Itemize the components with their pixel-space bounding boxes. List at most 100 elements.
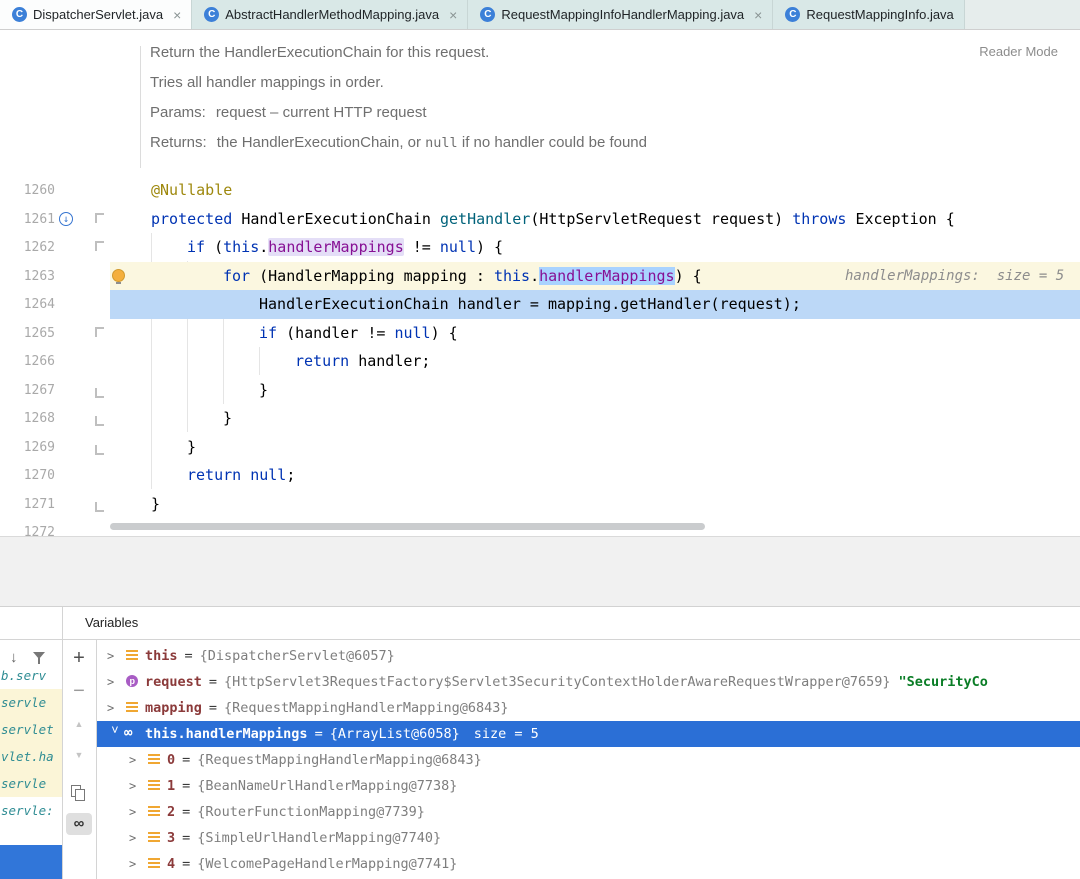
code-line[interactable]: 1260@Nullable <box>0 176 1080 205</box>
code-token: (handler != <box>286 324 394 342</box>
code-token: } <box>187 438 196 456</box>
java-class-icon: C <box>785 7 800 22</box>
selected-frame-partial[interactable] <box>0 845 62 879</box>
code-line[interactable]: 1270return null; <box>0 461 1080 490</box>
variable-name: this.handlerMappings <box>145 726 308 742</box>
line-number[interactable]: 1271 <box>0 490 55 519</box>
code-line[interactable]: 1263for (HandlerMapping mapping : this.h… <box>0 262 1080 291</box>
override-method-icon[interactable]: ↓ <box>59 212 73 226</box>
chevron-right-icon[interactable]: > <box>129 825 145 851</box>
variable-size: size = 5 <box>474 726 539 742</box>
remove-watch-button[interactable]: − <box>62 681 96 701</box>
variable-row[interactable]: >4={WelcomePageHandlerMapping@7741} <box>97 851 1080 877</box>
show-watches-button[interactable]: ∞ <box>66 813 92 835</box>
code-text: } <box>151 490 160 519</box>
editor-tab[interactable]: CAbstractHandlerMethodMapping.java× <box>192 0 468 29</box>
line-number[interactable]: 1265 <box>0 319 55 348</box>
code-token: handlerMappings <box>268 238 403 256</box>
stack-frame-item[interactable]: servlet <box>0 716 62 743</box>
close-icon[interactable]: × <box>173 7 181 23</box>
value-icon <box>126 649 138 661</box>
editor-tab[interactable]: CDispatcherServlet.java× <box>0 0 192 29</box>
code-line[interactable]: 1271} <box>0 490 1080 519</box>
line-number[interactable]: 1270 <box>0 461 55 490</box>
line-number[interactable]: 1264 <box>0 290 55 319</box>
stack-frame-item[interactable]: vlet.ha <box>0 743 62 770</box>
code-token: handlerMappings <box>539 267 674 285</box>
code-token: . <box>530 267 539 285</box>
code-line[interactable]: 1267} <box>0 376 1080 405</box>
chevron-right-icon[interactable]: > <box>129 747 145 773</box>
variable-value: {SimpleUrlHandlerMapping@7740} <box>197 830 441 846</box>
variable-value: {RouterFunctionMapping@7739} <box>197 804 425 820</box>
move-up-button[interactable]: ▲ <box>62 719 96 729</box>
stack-frame-item[interactable]: b.serv <box>0 662 62 689</box>
variable-row[interactable]: >2={RouterFunctionMapping@7739} <box>97 799 1080 825</box>
close-icon[interactable]: × <box>449 7 457 23</box>
fold-marker-icon[interactable] <box>95 416 104 426</box>
variable-row[interactable]: >3={SimpleUrlHandlerMapping@7740} <box>97 825 1080 851</box>
inline-debugger-hint: handlerMappings: size = 5 <box>845 262 1064 291</box>
close-icon[interactable]: × <box>754 7 762 23</box>
code-token: ) { <box>431 324 458 342</box>
equals-sign: = <box>182 752 190 768</box>
editor[interactable]: Reader Mode Return the HandlerExecutionC… <box>0 30 1080 536</box>
fold-marker-icon[interactable] <box>95 213 104 223</box>
chevron-right-icon[interactable]: > <box>107 669 123 695</box>
line-number[interactable]: 1260 <box>0 176 55 205</box>
variable-name: this <box>145 648 178 664</box>
add-watch-button[interactable]: + <box>62 648 96 668</box>
variable-value: {HttpServlet3RequestFactory$Servlet3Secu… <box>224 674 890 690</box>
move-down-button[interactable]: ▼ <box>62 750 96 760</box>
line-number[interactable]: 1268 <box>0 404 55 433</box>
chevron-right-icon[interactable]: > <box>107 695 123 721</box>
variable-row[interactable]: >this.handlerMappings={ArrayList@6058}si… <box>97 721 1080 747</box>
code-token: getHandler <box>440 210 530 228</box>
variable-row[interactable]: >1={BeanNameUrlHandlerMapping@7738} <box>97 773 1080 799</box>
code-line[interactable]: 1264HandlerExecutionChain handler = mapp… <box>0 290 1080 319</box>
code-line[interactable]: 1261↓protected HandlerExecutionChain get… <box>0 205 1080 234</box>
editor-tab[interactable]: CRequestMappingInfo.java <box>773 0 964 29</box>
code-area: 1260@Nullable1261↓protected HandlerExecu… <box>0 30 1080 536</box>
chevron-right-icon[interactable]: > <box>129 773 145 799</box>
tab-label: AbstractHandlerMethodMapping.java <box>225 7 439 22</box>
fold-marker-icon[interactable] <box>95 241 104 251</box>
code-token: this <box>494 267 530 285</box>
copy-icon[interactable] <box>62 785 96 803</box>
editor-tab[interactable]: CRequestMappingInfoHandlerMapping.java× <box>468 0 773 29</box>
variable-row[interactable]: >mapping={RequestMappingHandlerMapping@6… <box>97 695 1080 721</box>
horizontal-scrollbar[interactable] <box>110 523 705 530</box>
line-number[interactable]: 1267 <box>0 376 55 405</box>
code-token: protected <box>151 210 241 228</box>
panel-separator <box>0 536 1080 607</box>
fold-marker-icon[interactable] <box>95 502 104 512</box>
code-token: null <box>394 324 430 342</box>
fold-marker-icon[interactable] <box>95 388 104 398</box>
code-text: if (this.handlerMappings != null) { <box>187 233 503 262</box>
code-token: } <box>223 409 232 427</box>
variable-value: {BeanNameUrlHandlerMapping@7738} <box>197 778 457 794</box>
line-number[interactable]: 1269 <box>0 433 55 462</box>
code-line[interactable]: 1265if (handler != null) { <box>0 319 1080 348</box>
variable-row[interactable]: >request={HttpServlet3RequestFactory$Ser… <box>97 669 1080 695</box>
line-number[interactable]: 1261 <box>0 205 55 234</box>
fold-marker-icon[interactable] <box>95 327 104 337</box>
variable-row[interactable]: >this={DispatcherServlet@6057} <box>97 643 1080 669</box>
line-number[interactable]: 1262 <box>0 233 55 262</box>
stack-frame-item[interactable]: servle <box>0 689 62 716</box>
chevron-right-icon[interactable]: > <box>129 851 145 877</box>
variable-row[interactable]: >0={RequestMappingHandlerMapping@6843} <box>97 747 1080 773</box>
code-line[interactable]: 1269} <box>0 433 1080 462</box>
line-number[interactable]: 1266 <box>0 347 55 376</box>
line-number[interactable]: 1263 <box>0 262 55 291</box>
chevron-right-icon[interactable]: > <box>107 643 123 669</box>
stack-frame-item[interactable]: servle: <box>0 797 62 824</box>
intention-bulb-icon[interactable] <box>112 269 125 282</box>
code-line[interactable]: 1268} <box>0 404 1080 433</box>
code-line[interactable]: 1266return handler; <box>0 347 1080 376</box>
code-line[interactable]: 1262 if (this.handlerMappings != null) { <box>0 233 1080 262</box>
fold-marker-icon[interactable] <box>95 445 104 455</box>
chevron-right-icon[interactable]: > <box>129 799 145 825</box>
stack-frame-item[interactable]: servle <box>0 770 62 797</box>
code-text: } <box>259 376 268 405</box>
